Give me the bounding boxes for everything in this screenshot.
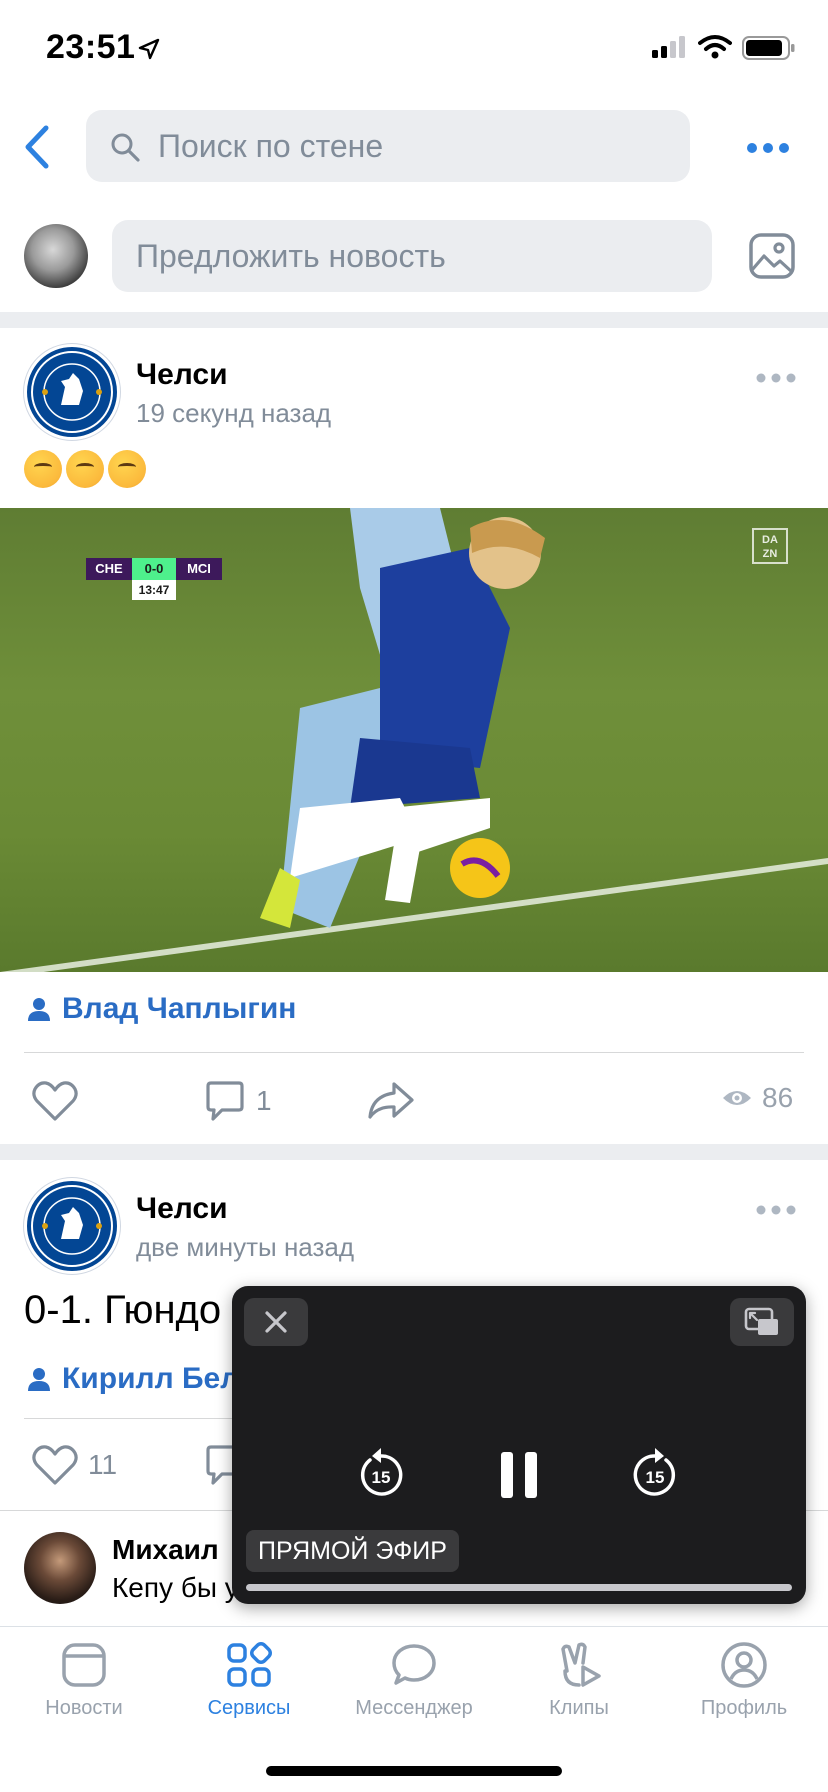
share-icon — [368, 1082, 414, 1119]
tab-news-label: Новости — [45, 1697, 123, 1719]
person-icon — [28, 1368, 50, 1391]
tab-clips[interactable]: Клипы — [499, 1641, 659, 1720]
post-text — [24, 450, 150, 497]
tab-services[interactable]: Сервисы — [169, 1641, 329, 1720]
pip-restore-icon — [744, 1307, 778, 1335]
tab-profile[interactable]: Профиль — [664, 1641, 824, 1720]
comment-button[interactable]: 1 — [204, 1080, 272, 1122]
post-menu-button[interactable] — [756, 1204, 796, 1216]
location-arrow-icon — [138, 38, 160, 60]
suggest-news-input[interactable]: Предложить новость — [112, 220, 712, 292]
section-separator — [0, 1144, 828, 1160]
comment-author[interactable]: Михаил — [112, 1534, 219, 1566]
share-button[interactable] — [366, 1080, 416, 1120]
more-options-button[interactable] — [746, 140, 790, 156]
tab-messenger-label: Мессенджер — [355, 1697, 473, 1719]
post-signer[interactable]: Кирилл Бел — [26, 1362, 239, 1396]
news-icon — [62, 1643, 106, 1687]
score-home-team: CHE — [86, 558, 132, 580]
suggest-placeholder: Предложить новость — [136, 238, 446, 274]
dazn-watermark: DAZN — [752, 528, 788, 564]
services-icon — [227, 1642, 272, 1687]
divider — [24, 1052, 804, 1053]
live-badge: ПРЯМОЙ ЭФИР — [246, 1530, 459, 1572]
score-away-team: MCI — [176, 558, 222, 580]
home-indicator[interactable] — [266, 1766, 562, 1776]
clips-icon — [561, 1642, 601, 1687]
section-separator — [0, 312, 828, 328]
eye-icon — [723, 1091, 751, 1105]
post-text: 0-1. Гюндо — [24, 1288, 222, 1332]
scorebug: CHE 0-0 MCI 13:47 — [86, 558, 222, 600]
tab-services-label: Сервисы — [207, 1697, 291, 1719]
post-time: две минуты назад — [136, 1232, 355, 1262]
club-logo[interactable] — [24, 1178, 120, 1274]
chelsea-lion-icon — [31, 351, 113, 433]
views-counter: 86 — [722, 1082, 793, 1114]
thinking-emoji-icon — [66, 450, 104, 488]
comment-author-avatar[interactable] — [24, 1532, 96, 1604]
score-value: 0-0 — [132, 558, 176, 580]
profile-icon — [721, 1642, 767, 1688]
user-avatar[interactable] — [24, 224, 88, 288]
close-icon — [265, 1311, 287, 1333]
thinking-emoji-icon — [108, 450, 146, 488]
like-button[interactable] — [32, 1080, 78, 1122]
comment-count: 1 — [256, 1085, 272, 1116]
comment-icon — [206, 1081, 244, 1121]
battery-icon — [742, 36, 795, 60]
post-menu-button[interactable] — [756, 372, 796, 384]
heart-icon — [32, 1445, 78, 1485]
club-logo[interactable] — [24, 344, 120, 440]
tab-messenger[interactable]: Мессенджер — [334, 1641, 494, 1720]
search-input[interactable]: Поиск по стене — [86, 110, 690, 182]
comment-text: Кепу бы у — [112, 1572, 239, 1603]
post-signer-name: Кирилл Бел — [62, 1362, 240, 1395]
post-author[interactable]: Челси — [136, 1192, 228, 1226]
post-time: 19 секунд назад — [136, 398, 332, 428]
cellular-signal-icon — [652, 36, 685, 58]
match-clock: 13:47 — [132, 580, 176, 600]
status-time: 23:51 — [46, 28, 136, 66]
wifi-icon — [698, 35, 732, 59]
skip-back-seconds: 15 — [372, 1468, 391, 1487]
pip-close-button[interactable] — [244, 1298, 308, 1346]
pip-player[interactable]: 15 15 ПРЯМОЙ ЭФИР — [232, 1286, 806, 1604]
heart-icon — [32, 1081, 78, 1121]
post-video[interactable]: CHE 0-0 MCI 13:47 DAZN — [0, 508, 828, 972]
like-count: 11 — [88, 1449, 118, 1480]
like-button[interactable]: 11 — [32, 1444, 117, 1486]
search-placeholder: Поиск по стене — [158, 128, 384, 164]
pip-restore-button[interactable] — [730, 1298, 794, 1346]
chelsea-lion-icon — [31, 1185, 113, 1267]
post-author[interactable]: Челси — [136, 358, 228, 392]
views-count: 86 — [762, 1082, 794, 1113]
skip-forward-button[interactable]: 15 — [630, 1446, 680, 1500]
pip-progress-bar[interactable] — [246, 1584, 792, 1591]
person-icon — [28, 998, 50, 1021]
tab-clips-label: Клипы — [549, 1697, 609, 1719]
messenger-icon — [392, 1644, 436, 1685]
post-signer-name: Влад Чаплыгин — [62, 992, 297, 1025]
thinking-emoji-icon — [24, 450, 62, 488]
add-photo-icon[interactable] — [748, 232, 796, 280]
back-button[interactable] — [18, 122, 58, 172]
search-icon — [111, 133, 140, 162]
dazn-watermark-text: DAZN — [762, 534, 778, 560]
pause-button[interactable] — [498, 1450, 540, 1500]
post-signer[interactable]: Влад Чаплыгин — [26, 992, 296, 1026]
tab-profile-label: Профиль — [700, 1697, 788, 1719]
tab-news[interactable]: Новости — [4, 1641, 164, 1720]
skip-back-button[interactable]: 15 — [356, 1446, 406, 1500]
skip-forward-seconds: 15 — [646, 1468, 665, 1487]
